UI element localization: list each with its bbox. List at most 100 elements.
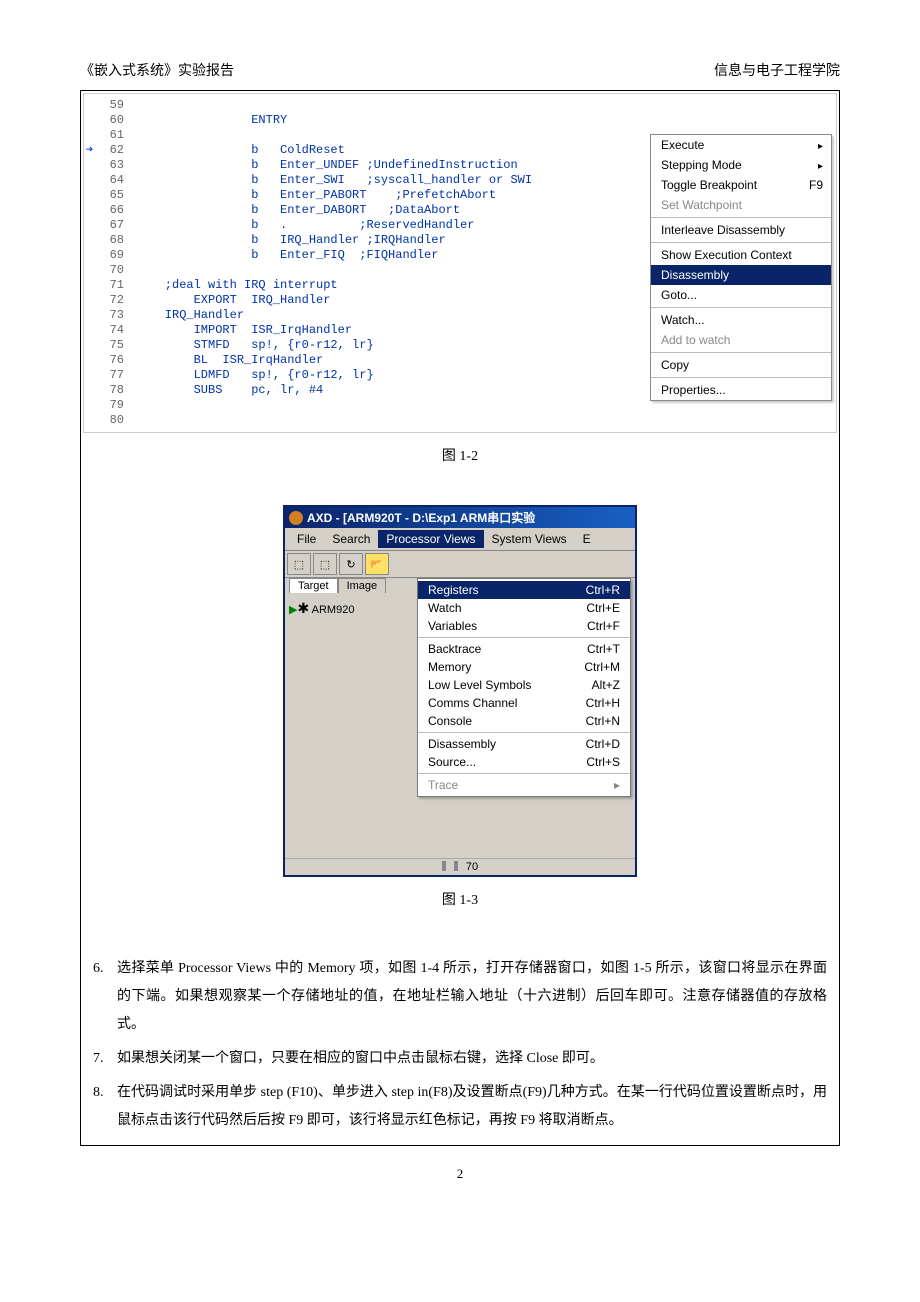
context-menu-item[interactable]: Stepping Mode [651,155,831,175]
line-number: 75 [84,338,124,353]
step-value: 70 [466,861,478,873]
processor-views-menu[interactable]: RegistersCtrl+RWatchCtrl+EVariablesCtrl+… [417,578,631,797]
processor-menu-item[interactable]: VariablesCtrl+F [418,617,630,635]
menubar-item[interactable]: File [289,530,324,548]
menu-separator [651,307,831,308]
line-number: 59 [84,98,124,113]
line-number: 71 [84,278,124,293]
line-number-gutter: 59606162➔6364656667686970717273747576777… [84,94,128,432]
processor-menu-item[interactable]: Source...Ctrl+S [418,753,630,771]
line-number: 67 [84,218,124,233]
pc-arrow-icon: ➔ [86,143,93,158]
editor-context-menu[interactable]: ExecuteStepping ModeToggle BreakpointF9S… [650,134,832,401]
line-number: 61 [84,128,124,143]
page-number: 2 [80,1166,840,1182]
numbered-list: 6.选择菜单 Processor Views 中的 Memory 项，如图 1-… [81,939,839,1145]
context-menu-item[interactable]: Show Execution Context [651,245,831,265]
line-number: 72 [84,293,124,308]
processor-menu-item[interactable]: Comms ChannelCtrl+H [418,694,630,712]
menu-separator [651,242,831,243]
menu-separator [651,377,831,378]
line-number: 80 [84,413,124,428]
tab-image[interactable]: Image [338,578,387,593]
processor-menu-item[interactable]: WatchCtrl+E [418,599,630,617]
menu-separator [418,732,630,733]
content-frame: 59606162➔6364656667686970717273747576777… [80,90,840,1146]
code-line[interactable]: ENTRY [136,113,836,128]
processor-menu-item[interactable]: RegistersCtrl+R [418,581,630,599]
axd-icon [289,511,303,525]
axd-tree[interactable]: ▶✱ ARM920 [289,600,354,617]
axd-titlebar: AXD - [ARM920T - D:\Exp1 ARM串口实验 [285,507,635,528]
line-number: 78 [84,383,124,398]
processor-menu-item: Trace▸ [418,776,630,794]
line-number: 76 [84,353,124,368]
line-number: 77 [84,368,124,383]
processor-menu-item[interactable]: ConsoleCtrl+N [418,712,630,730]
tab-target[interactable]: Target [289,578,338,593]
line-number: 65 [84,188,124,203]
menu-separator [651,352,831,353]
line-number: 69 [84,248,124,263]
menu-separator [651,217,831,218]
context-menu-item[interactable]: Copy [651,355,831,375]
code-editor-panel: 59606162➔6364656667686970717273747576777… [83,93,837,433]
context-menu-item: Add to watch [651,330,831,350]
tree-node-label[interactable]: ARM920 [312,604,355,616]
line-number: 73 [84,308,124,323]
code-line[interactable] [136,98,836,113]
context-menu-item[interactable]: Interleave Disassembly [651,220,831,240]
list-item: 8.在代码调试时采用单步 step (F10)、单步进入 step in(F8)… [93,1079,827,1135]
menubar-item[interactable]: System Views [484,530,575,548]
menubar-item[interactable]: Processor Views [378,530,483,548]
header-right: 信息与电子工程学院 [714,60,840,80]
line-number: 79 [84,398,124,413]
axd-toolbar[interactable]: ⬚ ⬚ ↻ 📂 [285,551,635,578]
axd-title-text: AXD - [ARM920T - D:\Exp1 ARM串口实验 [307,509,535,526]
line-number: 66 [84,203,124,218]
menubar-item[interactable]: E [575,530,599,548]
tree-break-icon: ✱ [297,600,309,616]
axd-window: AXD - [ARM920T - D:\Exp1 ARM串口实验 FileSea… [283,505,637,877]
line-number: 68 [84,233,124,248]
list-item-number: 8. [93,1079,117,1135]
toolbar-button-2[interactable]: ⬚ [313,553,337,575]
menubar-item[interactable]: Search [324,530,378,548]
list-item: 7.如果想关闭某一个窗口，只要在相应的窗口中点击鼠标右键，选择 Close 即可… [93,1045,827,1073]
submenu-arrow-icon: ▸ [614,778,620,792]
context-menu-item[interactable]: Disassembly [651,265,831,285]
context-menu-item[interactable]: Properties... [651,380,831,400]
header-left: 《嵌入式系统》实验报告 [80,60,234,80]
list-item-number: 7. [93,1045,117,1073]
submenu-arrow-icon [818,158,823,172]
list-item-text: 选择菜单 Processor Views 中的 Memory 项，如图 1-4 … [117,955,827,1039]
axd-status-bar: 70 [285,858,635,875]
menu-separator [418,773,630,774]
line-number: 64 [84,173,124,188]
axd-tabs[interactable]: Target Image [289,578,386,593]
line-number: 74 [84,323,124,338]
line-number: 70 [84,263,124,278]
figure-caption-2: 图 1-3 [81,889,839,909]
processor-menu-item[interactable]: Low Level SymbolsAlt+Z [418,676,630,694]
list-item-text: 在代码调试时采用单步 step (F10)、单步进入 step in(F8)及设… [117,1079,827,1135]
line-number: 63 [84,158,124,173]
context-menu-item[interactable]: Execute [651,135,831,155]
toolbar-button-reload[interactable]: ↻ [339,553,363,575]
list-item-text: 如果想关闭某一个窗口，只要在相应的窗口中点击鼠标右键，选择 Close 即可。 [117,1045,827,1073]
toolbar-button-open[interactable]: 📂 [365,553,389,575]
context-menu-item[interactable]: Toggle BreakpointF9 [651,175,831,195]
axd-menubar[interactable]: FileSearchProcessor ViewsSystem ViewsE [285,528,635,551]
context-menu-item: Set Watchpoint [651,195,831,215]
processor-menu-item[interactable]: BacktraceCtrl+T [418,640,630,658]
code-line[interactable] [136,413,836,428]
list-item-number: 6. [93,955,117,1039]
context-menu-item[interactable]: Watch... [651,310,831,330]
toolbar-button-1[interactable]: ⬚ [287,553,311,575]
context-menu-item[interactable]: Goto... [651,285,831,305]
figure-caption-1: 图 1-2 [81,445,839,465]
processor-menu-item[interactable]: MemoryCtrl+M [418,658,630,676]
list-item: 6.选择菜单 Processor Views 中的 Memory 项，如图 1-… [93,955,827,1039]
menu-separator [418,637,630,638]
processor-menu-item[interactable]: DisassemblyCtrl+D [418,735,630,753]
